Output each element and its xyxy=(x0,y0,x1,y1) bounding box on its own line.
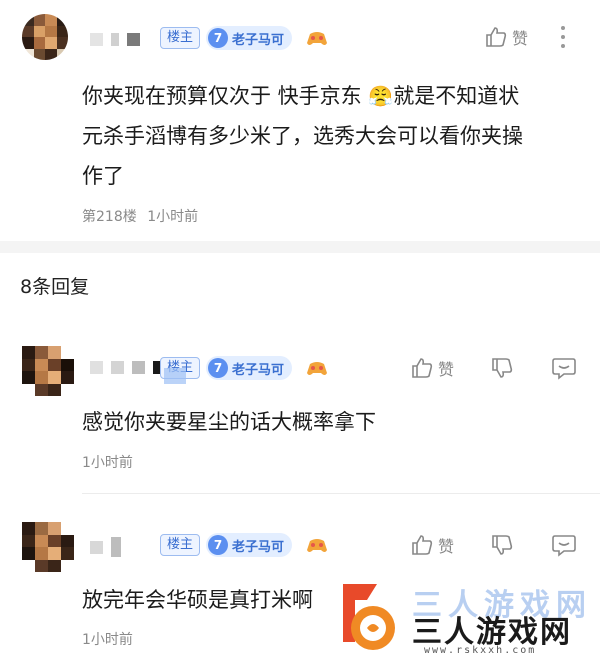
timestamp: 1小时前 xyxy=(82,455,133,471)
username-redacted[interactable] xyxy=(90,361,166,374)
level-title: 老子马可 xyxy=(232,362,285,378)
host-badge: 楼主 xyxy=(160,534,201,556)
floor-number: 第218楼 xyxy=(82,209,137,225)
like-label: 赞 xyxy=(512,29,529,48)
like-label: 赞 xyxy=(438,537,455,556)
watermark-url: www.rskxxh.com xyxy=(424,645,537,656)
section-separator xyxy=(0,241,600,253)
more-options-icon[interactable] xyxy=(558,24,568,50)
level-badge: 7 老子马可 xyxy=(206,356,293,380)
gamepad-icon xyxy=(307,32,327,45)
level-title: 老子马可 xyxy=(232,539,285,555)
reply-count: 8条回复 xyxy=(20,276,90,298)
thumbs-up-icon xyxy=(412,358,433,378)
thumbs-up-icon xyxy=(412,535,433,555)
timestamp: 1小时前 xyxy=(82,632,133,648)
level-badge: 7 老子马可 xyxy=(206,533,293,557)
username-redacted[interactable] xyxy=(90,33,140,46)
thumbs-down-icon[interactable] xyxy=(490,356,514,380)
comment-line-1-suffix: 就是不知道状 xyxy=(393,84,520,108)
reply-text: 放完年会华硕是真打米啊 xyxy=(82,588,313,612)
level-number: 7 xyxy=(208,358,228,378)
watermark-logo-icon xyxy=(343,584,395,650)
like-button[interactable]: 赞 xyxy=(410,533,454,557)
thumbs-up-icon xyxy=(486,27,507,47)
avatar[interactable] xyxy=(22,522,74,572)
comment-line-2: 元杀手滔博有多少米了，选秀大会可以看你夹操 xyxy=(82,124,523,148)
emoji: 😤 xyxy=(368,84,394,108)
avatar[interactable] xyxy=(22,346,74,396)
level-badge: 7 老子马可 xyxy=(206,26,293,50)
timestamp: 1小时前 xyxy=(147,209,199,225)
host-badge: 楼主 xyxy=(160,27,201,49)
like-button[interactable]: 赞 xyxy=(410,356,454,380)
avatar[interactable] xyxy=(22,14,68,60)
level-number: 7 xyxy=(208,28,228,48)
level-number: 7 xyxy=(208,535,228,555)
comment-text: 你夹现在预算仅次于 快手京东 😤就是不知道状 元杀手滔博有多少米了，选秀大会可以… xyxy=(82,76,592,196)
level-title: 老子马可 xyxy=(232,32,285,48)
selection-overlay xyxy=(164,368,186,384)
like-label: 赞 xyxy=(438,360,455,379)
gamepad-icon xyxy=(307,362,327,375)
like-button[interactable]: 赞 xyxy=(484,25,528,49)
divider xyxy=(82,493,600,494)
reply-text: 感觉你夹要星尘的话大概率拿下 xyxy=(82,410,376,434)
reply-icon[interactable] xyxy=(551,532,577,558)
gamepad-icon xyxy=(307,539,327,552)
username-redacted[interactable] xyxy=(90,537,121,557)
comment-line-1: 你夹现在预算仅次于 快手京东 xyxy=(82,84,362,108)
thumbs-down-icon[interactable] xyxy=(490,533,514,557)
comment-meta: 第218楼 1小时前 xyxy=(82,206,198,226)
reply-icon[interactable] xyxy=(551,355,577,381)
comment-line-3: 作了 xyxy=(82,164,124,188)
